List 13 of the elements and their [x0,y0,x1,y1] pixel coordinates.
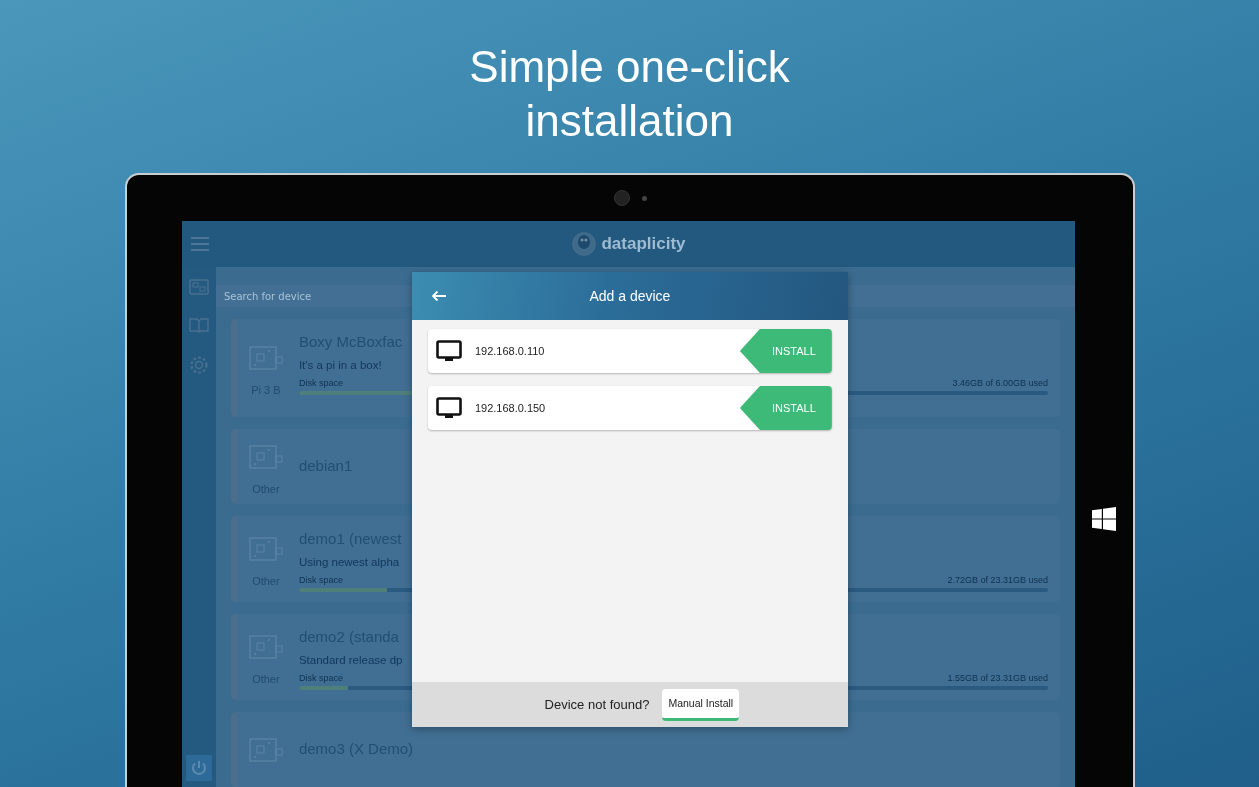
disk-usage-text: 1.55GB of 23.31GB used [947,673,1049,683]
disk-space-label: Disk space [298,378,343,388]
headline: Simple one-click installation [468,41,791,147]
disk-space-label: Disk space [298,575,343,585]
not-found-prompt: Device not found? [544,697,650,712]
logo-text: dataplicity [601,234,686,254]
dialog-title: Add a device [589,288,671,304]
disk-usage-text: 2.72GB of 23.31GB used [947,575,1049,585]
disk-space-label: Disk space [298,673,343,683]
search-placeholder: Search for device [223,290,312,302]
disk-usage-text: 3.46GB of 6.00GB used [952,378,1049,388]
device-address: 192.168.0.110 [474,345,545,357]
device-address: 192.168.0.150 [474,402,546,414]
